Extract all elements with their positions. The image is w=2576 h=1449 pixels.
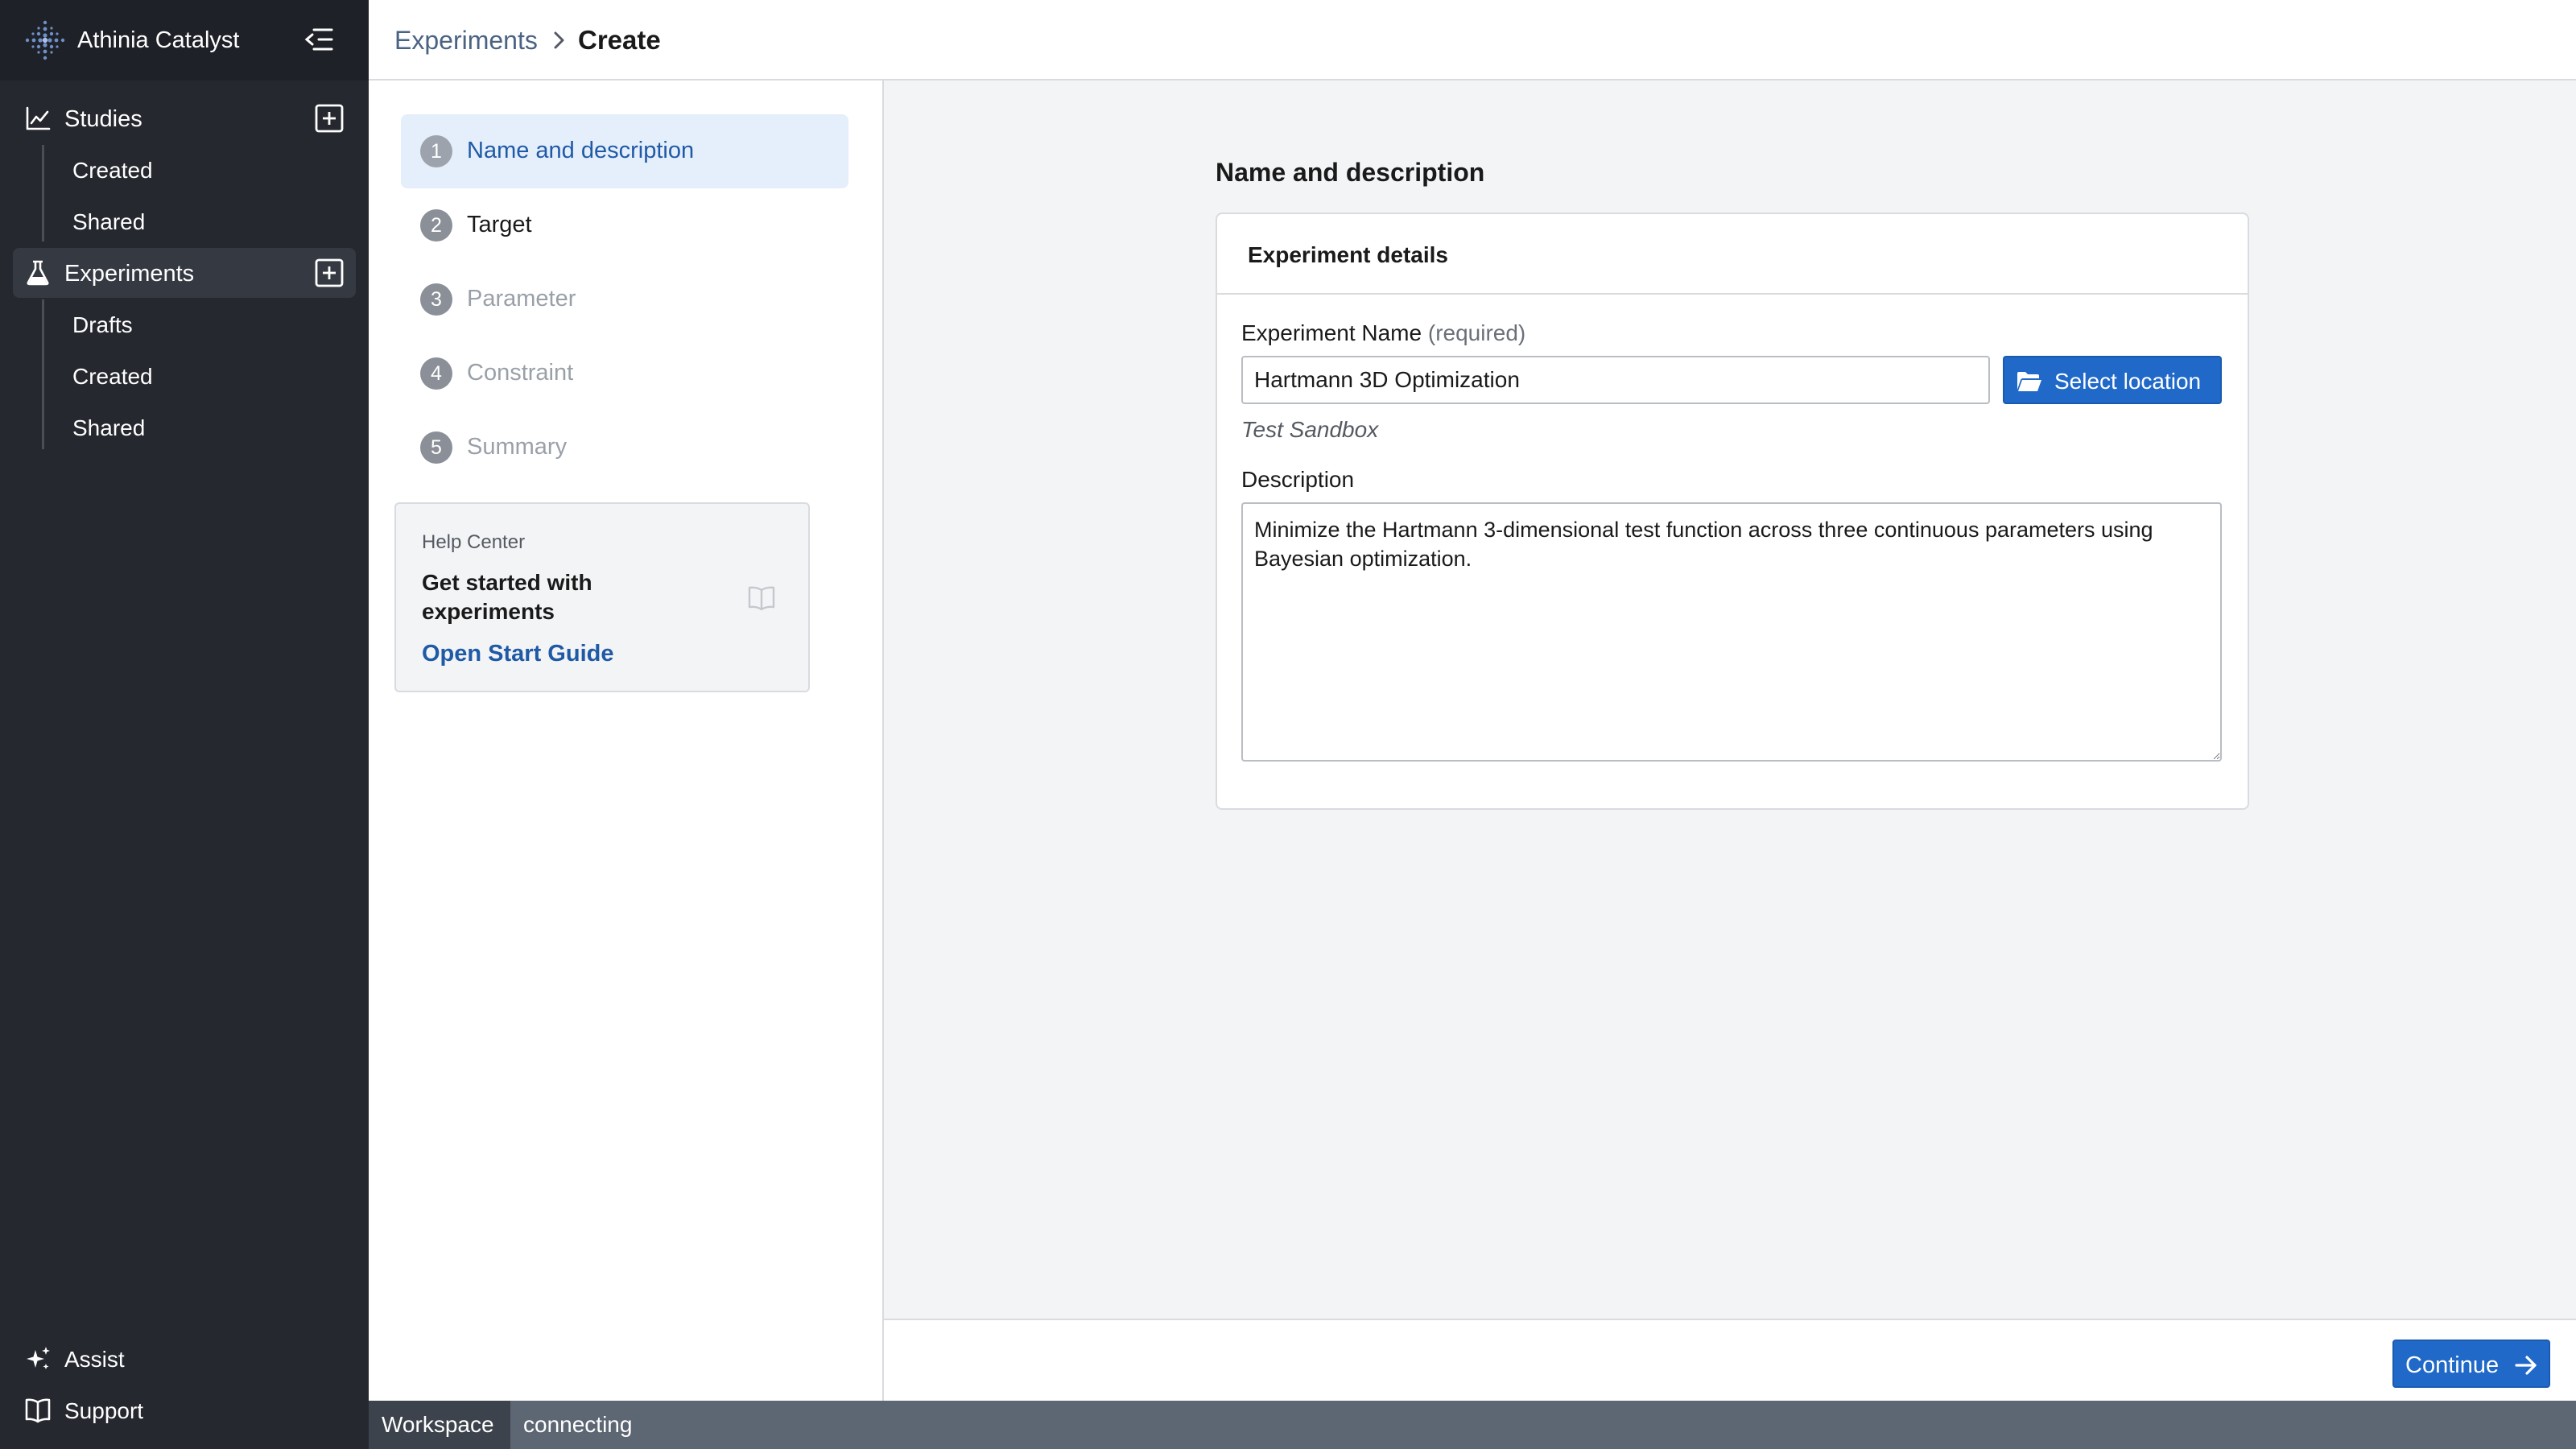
sidebar-item-support[interactable]: Support: [24, 1393, 346, 1428]
continue-label: Continue: [2405, 1352, 2500, 1378]
sidebar-item-experiments-created[interactable]: Created: [72, 354, 346, 399]
step-number: 5: [420, 431, 452, 464]
continue-button[interactable]: Continue: [2392, 1340, 2550, 1388]
step-summary: 5 Summary: [401, 411, 848, 485]
app-name: Athinia Catalyst: [77, 27, 240, 53]
main-content: Name and description Experiment details …: [884, 80, 2576, 1319]
book-open-icon: [748, 586, 775, 611]
description-label: Description: [1241, 467, 1355, 492]
sidebar-section-studies[interactable]: Studies: [13, 93, 356, 143]
step-number: 1: [420, 135, 452, 167]
workspace-indicator[interactable]: Workspace: [369, 1401, 510, 1449]
book-icon: [25, 1398, 51, 1423]
sidebar-item-studies-shared[interactable]: Shared: [72, 200, 346, 245]
sidebar-footer-label: Support: [64, 1398, 144, 1423]
step-name-and-description[interactable]: 1 Name and description: [401, 114, 848, 188]
sidebar-section-label: Studies: [64, 106, 142, 132]
sidebar-item-experiments-shared[interactable]: Shared: [72, 406, 346, 451]
step-number: 2: [420, 209, 452, 242]
help-center-eyebrow: Help Center: [422, 531, 526, 553]
step-label: Name and description: [467, 138, 695, 163]
add-experiment-icon[interactable]: [314, 258, 345, 288]
sparkle-icon: [27, 1347, 50, 1369]
experiment-name-label: Experiment Name (required): [1241, 320, 1525, 346]
breadcrumb-experiments-link[interactable]: Experiments: [394, 26, 538, 56]
help-center-card: Help Center Get started with experiments…: [394, 502, 810, 692]
connection-status: connecting: [523, 1412, 633, 1437]
breadcrumb: Experiments Create: [369, 0, 2576, 80]
step-constraint: 4 Constraint: [401, 336, 848, 411]
status-bar: Workspace connecting: [369, 1401, 2576, 1449]
step-number: 4: [420, 357, 452, 390]
sidebar-item-experiments-drafts[interactable]: Drafts: [72, 303, 346, 348]
step-target[interactable]: 2 Target: [401, 188, 848, 262]
wizard-action-bar: Continue: [884, 1319, 2576, 1401]
collapse-sidebar-icon[interactable]: [303, 25, 335, 54]
sidebar-tree-line: [42, 299, 44, 449]
flask-icon: [27, 260, 49, 286]
sidebar-footer-label: Assist: [64, 1347, 125, 1372]
wizard-steps-panel: 1 Name and description 2 Target 3 Parame…: [369, 80, 884, 1401]
sidebar-item-studies-created[interactable]: Created: [72, 148, 346, 193]
step-label: Constraint: [467, 360, 574, 386]
step-label: Target: [467, 212, 532, 237]
athinia-logo-icon: [25, 20, 65, 60]
step-parameter: 3 Parameter: [401, 262, 848, 336]
select-location-button[interactable]: Select location: [2003, 356, 2222, 404]
select-location-label: Select location: [2054, 369, 2202, 394]
step-label: Parameter: [467, 286, 576, 312]
brand-header: Athinia Catalyst: [0, 0, 369, 80]
card-title: Experiment details: [1248, 242, 1448, 267]
open-start-guide-link[interactable]: Open Start Guide: [422, 641, 613, 667]
experiment-name-label-text: Experiment Name: [1241, 320, 1422, 345]
add-study-icon[interactable]: [314, 103, 345, 134]
experiment-details-card: Experiment details Experiment Name (requ…: [1216, 213, 2249, 810]
page-title: Create: [578, 25, 661, 55]
sidebar-tree-line: [42, 145, 44, 242]
card-header: Experiment details: [1217, 214, 2248, 295]
arrow-right-icon: [2515, 1356, 2537, 1375]
sidebar-section-experiments[interactable]: Experiments: [13, 248, 356, 298]
sidebar-item-assist[interactable]: Assist: [24, 1341, 346, 1377]
description-textarea[interactable]: Minimize the Hartmann 3-dimensional test…: [1241, 502, 2222, 762]
folder-open-icon: [2017, 372, 2041, 391]
experiment-name-input[interactable]: [1241, 356, 1990, 404]
selected-location: Test Sandbox: [1241, 417, 1379, 442]
step-label: Summary: [467, 434, 568, 460]
chart-line-icon: [26, 106, 51, 130]
chevron-right-icon: [554, 31, 564, 49]
sidebar: Athinia Catalyst Studies Created Shared: [0, 0, 369, 1449]
required-indicator: (required): [1427, 320, 1526, 345]
help-center-title: Get started with experiments: [422, 570, 592, 624]
sidebar-section-label: Experiments: [64, 261, 195, 287]
step-number: 3: [420, 283, 452, 316]
section-title: Name and description: [1216, 158, 1485, 187]
